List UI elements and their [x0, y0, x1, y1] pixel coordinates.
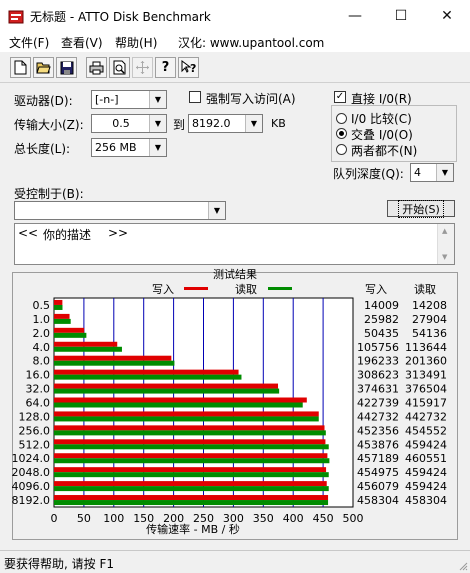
x-axis-label: 传输速率 - MB / 秒 [146, 522, 240, 536]
legend-swatch-read [268, 287, 292, 290]
y-tick-label: 2048.0 [12, 466, 51, 479]
legend-label-write: 写入 [152, 283, 174, 296]
results-chart: 测试结果写入 读取0 50 100 150 200 250 300 350 400 450 500传输… [12, 268, 448, 536]
value-write: 14009 [364, 299, 399, 312]
y-tick-label: 16.0 [26, 369, 51, 382]
bar-read [54, 332, 87, 338]
value-read: 459424 [405, 480, 447, 493]
value-write: 196233 [357, 355, 399, 368]
y-tick-label: 1024.0 [12, 452, 51, 465]
value-write: 442732 [357, 410, 399, 423]
bar-write [54, 397, 307, 403]
value-write: 308623 [357, 369, 399, 382]
y-tick-label: 64.0 [26, 397, 51, 410]
legend-swatch-write [184, 287, 208, 290]
value-write: 458304 [357, 494, 399, 507]
value-read: 460551 [405, 452, 447, 465]
bar-write [54, 313, 70, 319]
value-write: 374631 [357, 383, 399, 396]
y-tick-label: 32.0 [26, 383, 51, 396]
bar-write [54, 467, 327, 473]
value-write: 50435 [364, 327, 399, 340]
value-read: 415917 [405, 397, 447, 410]
bar-write [54, 383, 279, 389]
value-read: 458304 [405, 494, 447, 507]
bar-read [54, 430, 326, 436]
bar-write [54, 327, 85, 333]
value-read: 313491 [405, 369, 447, 382]
value-read: 201360 [405, 355, 447, 368]
value-write: 452356 [357, 424, 399, 437]
bar-read [54, 318, 71, 324]
bar-read [54, 346, 122, 352]
bar-write [54, 481, 327, 487]
bar-write [54, 299, 63, 305]
x-tick-label: 50 [77, 512, 91, 525]
y-tick-label: 256.0 [19, 424, 51, 437]
bar-read [54, 486, 329, 492]
table-header-write: 写入 [365, 283, 387, 296]
chart-title: 测试结果 [213, 268, 257, 281]
bar-read [54, 416, 319, 422]
y-tick-label: 8.0 [33, 355, 51, 368]
value-read: 27904 [412, 313, 447, 326]
bar-write [54, 369, 239, 375]
bar-read [54, 500, 329, 506]
value-read: 113644 [405, 341, 447, 354]
value-read: 376504 [405, 383, 447, 396]
value-read: 454552 [405, 424, 447, 437]
table-header-read: 读取 [414, 282, 436, 296]
value-write: 454975 [357, 466, 399, 479]
bar-write [54, 425, 325, 431]
y-tick-label: 512.0 [19, 438, 51, 451]
bar-read [54, 458, 330, 464]
value-write: 422739 [357, 397, 399, 410]
bar-read [54, 472, 329, 478]
bar-read [54, 444, 329, 450]
y-tick-label: 1.0 [33, 313, 51, 326]
bar-read [54, 402, 303, 408]
value-write: 457189 [357, 452, 399, 465]
y-tick-label: 8192.0 [12, 494, 51, 507]
status-text: 要获得帮助, 请按 F1 [4, 557, 114, 571]
x-tick-label: 0 [51, 512, 58, 525]
x-tick-label: 100 [103, 512, 124, 525]
value-write: 453876 [357, 438, 399, 451]
bar-read [54, 374, 242, 380]
y-tick-label: 4.0 [33, 341, 51, 354]
bar-write [54, 495, 329, 501]
bar-write [54, 341, 118, 347]
x-tick-label: 450 [313, 512, 334, 525]
resize-grip-icon[interactable] [458, 561, 468, 571]
bar-write [54, 355, 172, 361]
x-tick-label: 500 [343, 512, 364, 525]
x-tick-label: 400 [283, 512, 304, 525]
value-write: 25982 [364, 313, 399, 326]
bar-read [54, 304, 63, 310]
legend-label-read: 读取 [235, 282, 257, 296]
value-read: 459424 [405, 438, 447, 451]
bar-write [54, 439, 326, 445]
y-tick-label: 2.0 [33, 327, 51, 340]
bar-read [54, 388, 280, 394]
bar-write [54, 453, 328, 459]
value-read: 14208 [412, 299, 447, 312]
value-read: 54136 [412, 327, 447, 340]
y-tick-label: 0.5 [33, 299, 51, 312]
value-read: 459424 [405, 466, 447, 479]
bar-read [54, 360, 175, 366]
value-read: 442732 [405, 410, 447, 423]
status-bar: 要获得帮助, 请按 F1 [0, 550, 470, 573]
y-tick-label: 4096.0 [12, 480, 51, 493]
y-tick-label: 128.0 [19, 410, 51, 423]
value-write: 456079 [357, 480, 399, 493]
x-tick-label: 350 [253, 512, 274, 525]
bar-write [54, 411, 319, 417]
value-write: 105756 [357, 341, 399, 354]
